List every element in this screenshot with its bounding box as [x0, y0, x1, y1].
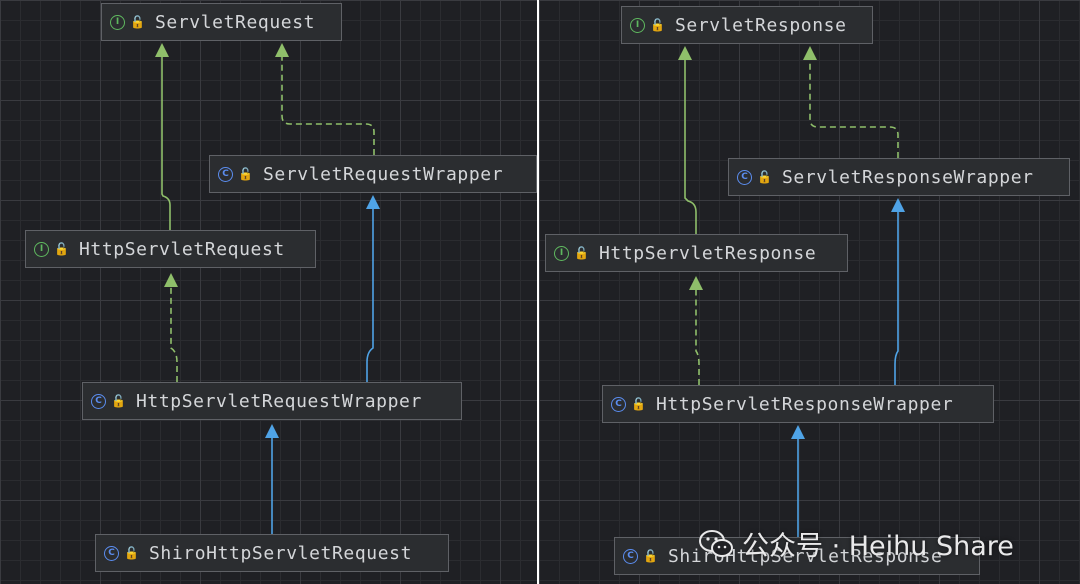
- shiro-http-servlet-request-node[interactable]: C 🔓 ShiroHttpServletRequest: [95, 534, 449, 572]
- class-icon: C: [104, 545, 119, 561]
- watermark-text: 公众号 · Heihu Share: [742, 531, 1014, 562]
- edge-http-request-wrapper-to-http-request: [164, 273, 178, 382]
- response-hierarchy-diagram: I 🔓 ServletResponse C 🔓 ServletResponseW…: [539, 0, 1080, 584]
- edge-http-response-wrapper-to-http-response: [689, 276, 703, 385]
- servlet-request-node[interactable]: I 🔓 ServletRequest: [101, 3, 342, 41]
- request-edges: [155, 43, 380, 534]
- edge-http-request-to-servlet-request: [155, 43, 171, 230]
- servlet-response-node[interactable]: I 🔓 ServletResponse: [621, 6, 873, 44]
- wechat-icon: [699, 529, 733, 557]
- interface-icon: I: [554, 245, 569, 261]
- node-label: ServletResponse: [674, 14, 847, 36]
- http-servlet-request-wrapper-node[interactable]: C 🔓 HttpServletRequestWrapper: [82, 382, 462, 420]
- class-icon: C: [737, 169, 752, 185]
- public-access-icon: 🔓: [130, 15, 145, 29]
- response-edges: [678, 46, 905, 537]
- request-hierarchy-diagram: I 🔓 ServletRequest C 🔓 ServletRequestWra…: [0, 0, 537, 584]
- edge-request-wrapper-to-servlet-request: [275, 43, 375, 155]
- http-servlet-request-node[interactable]: I 🔓 HttpServletRequest: [25, 230, 316, 268]
- node-label: HttpServletRequest: [78, 238, 285, 260]
- public-access-icon: 🔓: [238, 167, 253, 181]
- http-servlet-response-node[interactable]: I 🔓 HttpServletResponse: [545, 234, 848, 272]
- servlet-request-wrapper-node[interactable]: C 🔓 ServletRequestWrapper: [209, 155, 537, 193]
- public-access-icon: 🔓: [574, 246, 589, 260]
- edge-http-request-wrapper-to-request-wrapper: [366, 195, 380, 382]
- class-icon: C: [623, 548, 638, 564]
- node-label: HttpServletRequestWrapper: [135, 390, 422, 412]
- servlet-response-wrapper-node[interactable]: C 🔓 ServletResponseWrapper: [728, 158, 1070, 196]
- interface-icon: I: [34, 241, 49, 257]
- node-label: ServletRequest: [154, 11, 316, 33]
- edge-http-response-wrapper-to-response-wrapper: [891, 198, 905, 385]
- public-access-icon: 🔓: [111, 394, 126, 408]
- node-label: HttpServletResponseWrapper: [655, 393, 954, 415]
- public-access-icon: 🔓: [650, 18, 665, 32]
- edge-response-wrapper-to-servlet-response: [803, 46, 899, 158]
- class-icon: C: [611, 396, 626, 412]
- edge-http-response-to-servlet-response: [678, 46, 697, 234]
- watermark: 公众号 · Heihu Share: [698, 524, 1014, 563]
- public-access-icon: 🔓: [54, 242, 69, 256]
- node-label: ServletResponseWrapper: [781, 166, 1034, 188]
- node-label: ShiroHttpServletRequest: [148, 542, 413, 564]
- interface-icon: I: [630, 17, 645, 33]
- class-icon: C: [218, 166, 233, 182]
- http-servlet-response-wrapper-node[interactable]: C 🔓 HttpServletResponseWrapper: [602, 385, 994, 423]
- node-label: HttpServletResponse: [598, 242, 817, 264]
- class-icon: C: [91, 393, 106, 409]
- public-access-icon: 🔓: [757, 170, 772, 184]
- public-access-icon: 🔓: [124, 546, 139, 560]
- public-access-icon: 🔓: [643, 549, 658, 563]
- node-label: ServletRequestWrapper: [262, 163, 504, 185]
- public-access-icon: 🔓: [631, 397, 646, 411]
- interface-icon: I: [110, 14, 125, 30]
